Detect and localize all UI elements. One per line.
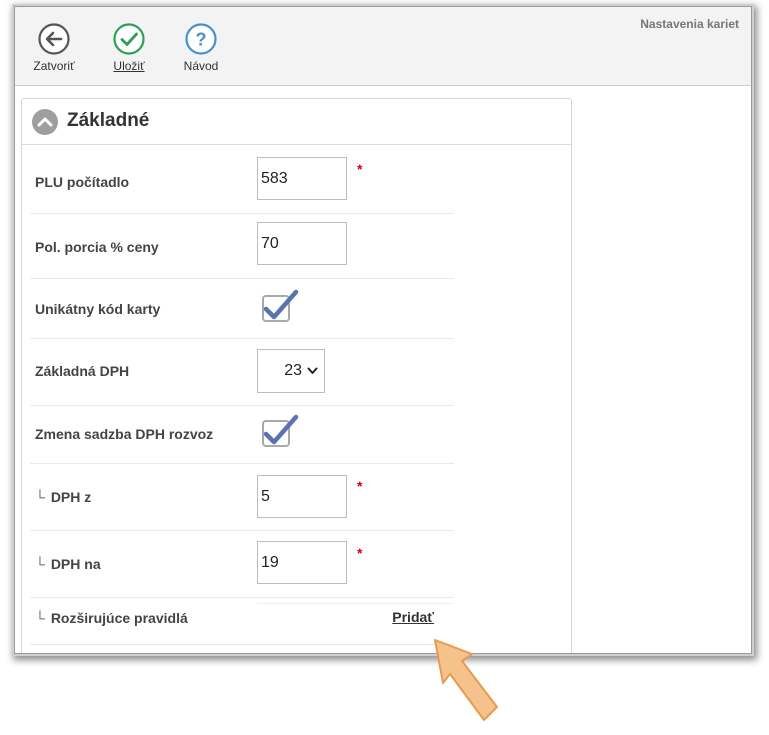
close-button-label: Zatvoriť (33, 59, 75, 73)
sub-indent-marker: └ (35, 489, 45, 505)
vat-to-input[interactable] (257, 541, 347, 584)
help-button[interactable]: ? Návod (181, 23, 221, 73)
sub-indent-marker: └ (35, 610, 45, 626)
extended-rules-label: └ Rozširujúce pravidlá (35, 610, 188, 626)
basic-section-panel: Základné PLU počítadlo * Pol. porcia % c… (21, 98, 572, 653)
section-header: Základné (22, 99, 571, 145)
chevron-down-icon (307, 367, 318, 374)
vat-change-row: Zmena sadzba DPH rozvoz (30, 406, 454, 464)
required-marker: * (357, 161, 363, 177)
plu-counter-input[interactable] (257, 157, 347, 200)
svg-text:?: ? (196, 30, 207, 50)
portion-price-label: Pol. porcia % ceny (35, 239, 159, 255)
vat-to-label: └ DPH na (35, 556, 101, 572)
settings-window: Zatvoriť Uložiť ? Návod Nastavenia karie… (14, 6, 752, 654)
base-vat-label: Základná DPH (35, 363, 130, 379)
base-vat-select[interactable]: 23 (257, 349, 325, 393)
check-circle-icon (113, 23, 145, 55)
required-marker: * (357, 478, 363, 494)
close-button[interactable]: Zatvoriť (31, 23, 77, 73)
vat-change-checkbox[interactable] (260, 414, 300, 450)
portion-price-input[interactable] (257, 222, 347, 265)
base-vat-row: Základná DPH 23 (30, 339, 454, 406)
help-button-label: Návod (183, 59, 219, 73)
plu-counter-row: PLU počítadlo * (30, 149, 454, 214)
extended-rules-text: Rozširujúce pravidlá (50, 610, 188, 626)
pointer-arrow-icon (434, 639, 498, 721)
required-marker: * (357, 545, 363, 561)
back-arrow-icon (38, 23, 70, 55)
save-button[interactable]: Uložiť (109, 23, 149, 73)
extended-rules-row: └ Rozširujúce pravidlá Pridať (30, 598, 454, 645)
unique-code-label: Unikátny kód karty (35, 301, 161, 317)
section-title: Základné (67, 110, 150, 131)
vat-to-row: └ DPH na * (30, 531, 454, 598)
vat-from-input[interactable] (257, 475, 347, 518)
question-circle-icon: ? (185, 23, 217, 55)
chevron-up-icon[interactable] (32, 109, 58, 135)
toolbar: Zatvoriť Uložiť ? Návod Nastavenia karie… (15, 7, 751, 86)
vat-from-text: DPH z (50, 489, 92, 505)
unique-code-checkbox[interactable] (260, 289, 300, 325)
vat-from-label: └ DPH z (35, 489, 91, 505)
vat-to-text: DPH na (50, 556, 101, 572)
vat-from-row: └ DPH z * (30, 464, 454, 531)
unique-code-row: Unikátny kód karty (30, 279, 454, 339)
vat-change-label: Zmena sadzba DPH rozvoz (35, 426, 214, 442)
portion-price-row: Pol. porcia % ceny (30, 214, 454, 279)
save-button-label: Uložiť (113, 59, 145, 73)
sub-indent-marker: └ (35, 556, 45, 572)
page-title: Nastavenia kariet (640, 17, 739, 31)
plu-counter-label: PLU počítadlo (35, 174, 130, 190)
base-vat-value: 23 (284, 362, 302, 379)
add-rule-link[interactable]: Pridať (392, 609, 434, 625)
